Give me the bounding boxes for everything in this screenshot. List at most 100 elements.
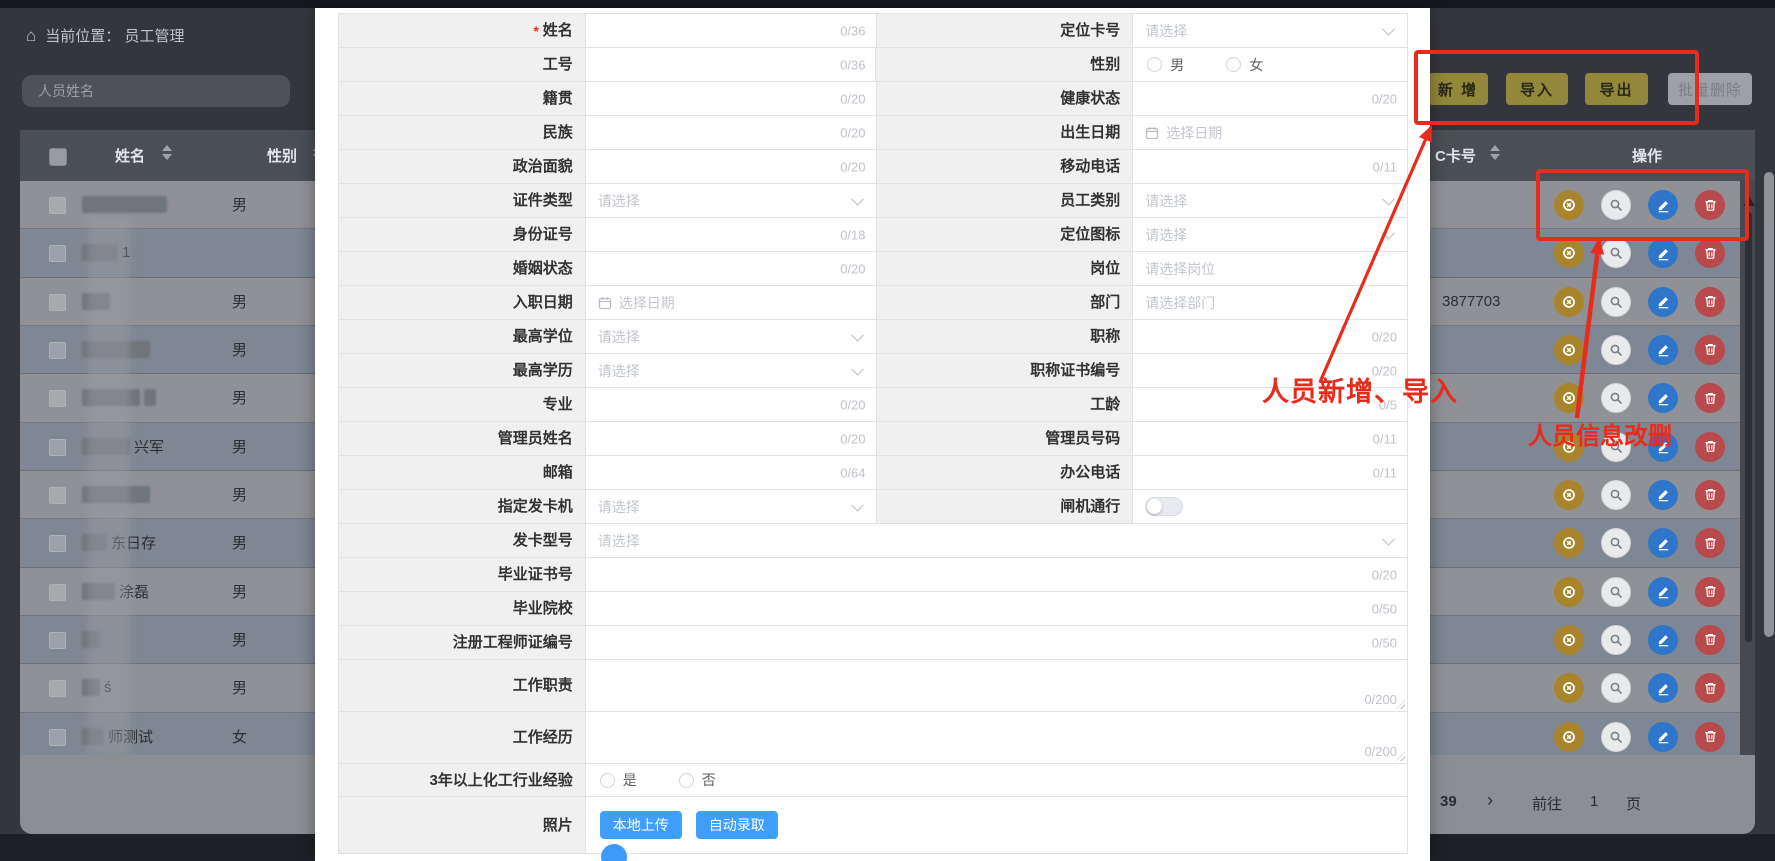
select-input[interactable]: 请选择 [586,184,876,217]
local-upload-button[interactable]: 本地上传 [600,811,682,839]
text-input[interactable]: 请选择部门 [1133,286,1407,319]
view-button[interactable] [1601,335,1631,365]
card-circle-button[interactable] [1554,480,1584,510]
view-button[interactable] [1601,480,1631,510]
select-input[interactable]: 请选择 [586,490,876,523]
edit-button[interactable] [1648,383,1678,413]
edit-button[interactable] [1648,625,1678,655]
edit-button[interactable] [1648,673,1678,703]
row-checkbox[interactable] [49,535,66,552]
text-input[interactable]: 0/11 [1133,456,1407,489]
form-control[interactable]: 男女 [1133,48,1407,81]
text-input[interactable]: 0/11 [1133,422,1407,455]
select-input[interactable]: 请选择 [1133,184,1407,217]
card-circle-button[interactable] [1554,287,1584,317]
row-checkbox[interactable] [49,584,66,601]
text-input[interactable]: 0/36 [586,48,876,81]
select-input[interactable]: 请选择 [586,354,876,387]
text-input[interactable]: 请选择岗位 [1133,252,1407,285]
resize-handle-icon[interactable] [1396,700,1405,709]
page-number-last[interactable]: 39 [1440,793,1457,810]
edit-button[interactable] [1648,287,1678,317]
delete-button[interactable] [1695,432,1725,462]
delete-button[interactable] [1695,577,1725,607]
text-input[interactable]: 0/50 [586,592,1407,625]
select-input[interactable]: 请选择 [1133,218,1407,251]
edit-button[interactable] [1648,577,1678,607]
next-page-icon[interactable]: › [1487,790,1493,811]
sort-icon[interactable] [1490,145,1500,160]
text-input[interactable]: 0/20 [586,82,876,115]
row-checkbox[interactable] [49,680,66,697]
date-picker-input[interactable]: 选择日期 [586,286,876,319]
text-input[interactable]: 0/11 [1133,150,1407,183]
page-scrollbar-thumb[interactable] [1764,172,1774,637]
text-input[interactable]: 0/36 [586,14,876,47]
card-circle-button[interactable] [1554,383,1584,413]
text-input[interactable]: 0/20 [586,422,876,455]
card-circle-button[interactable] [1554,335,1584,365]
gate-pass-toggle[interactable] [1145,497,1183,516]
date-picker-input[interactable]: 选择日期 [1133,116,1407,149]
view-button[interactable] [1601,383,1631,413]
view-button[interactable] [1601,577,1631,607]
delete-button[interactable] [1695,287,1725,317]
row-checkbox[interactable] [49,487,66,504]
card-circle-button[interactable] [1554,673,1584,703]
radio-option[interactable]: 否 [679,770,716,790]
card-circle-button[interactable] [1554,238,1584,268]
text-input[interactable]: 0/50 [586,626,1407,659]
form-control[interactable] [1133,490,1407,523]
select-input[interactable]: 请选择 [586,524,1407,557]
card-circle-button[interactable] [1554,528,1584,558]
select-input[interactable]: 请选择 [586,320,876,353]
radio-option[interactable]: 是 [600,770,637,790]
delete-button[interactable] [1695,528,1725,558]
form-control[interactable]: 是否 [586,764,1407,796]
edit-button[interactable] [1648,335,1678,365]
text-input[interactable]: 0/20 [586,558,1407,591]
text-input[interactable]: 0/20 [586,150,876,183]
row-checkbox[interactable] [49,294,66,311]
form-control[interactable]: 本地上传自动录取 [586,797,1407,853]
text-input[interactable]: 0/20 [586,116,876,149]
row-checkbox[interactable] [49,197,66,214]
resize-handle-icon[interactable] [1396,752,1405,761]
radio-option[interactable]: 男 [1147,55,1184,75]
text-input[interactable]: 0/20 [1133,320,1407,353]
card-circle-button[interactable] [1554,625,1584,655]
edit-button[interactable] [1648,238,1678,268]
view-button[interactable] [1601,625,1631,655]
text-input[interactable]: 0/20 [1133,82,1407,115]
text-input[interactable]: 0/20 [586,252,876,285]
select-input[interactable]: 请选择 [1133,14,1407,47]
edit-button[interactable] [1648,480,1678,510]
row-checkbox[interactable] [49,245,66,262]
row-checkbox[interactable] [49,632,66,649]
row-checkbox[interactable] [49,729,66,746]
card-circle-button[interactable] [1554,722,1584,752]
delete-button[interactable] [1695,238,1725,268]
table-scrollbar-thumb[interactable] [1745,212,1752,642]
radio-option[interactable]: 女 [1226,55,1263,75]
view-button[interactable] [1601,528,1631,558]
card-circle-button[interactable] [1554,577,1584,607]
delete-button[interactable] [1695,383,1725,413]
view-button[interactable] [1601,287,1631,317]
textarea-input[interactable]: 0/200 [586,712,1407,763]
search-input[interactable]: 人员姓名 [22,75,290,107]
row-checkbox[interactable] [49,390,66,407]
view-button[interactable] [1601,722,1631,752]
text-input[interactable]: 0/64 [586,456,876,489]
row-checkbox[interactable] [49,342,66,359]
column-header-card[interactable]: C卡号 [1435,130,1476,181]
view-button[interactable] [1601,673,1631,703]
text-input[interactable]: 0/20 [586,388,876,421]
delete-button[interactable] [1695,625,1725,655]
edit-button[interactable] [1648,722,1678,752]
delete-button[interactable] [1695,722,1725,752]
column-header-gender[interactable]: 性别 [267,130,297,181]
sort-icon[interactable] [162,145,172,160]
column-header-name[interactable]: 姓名 [115,130,145,181]
text-input[interactable]: 0/18 [586,218,876,251]
